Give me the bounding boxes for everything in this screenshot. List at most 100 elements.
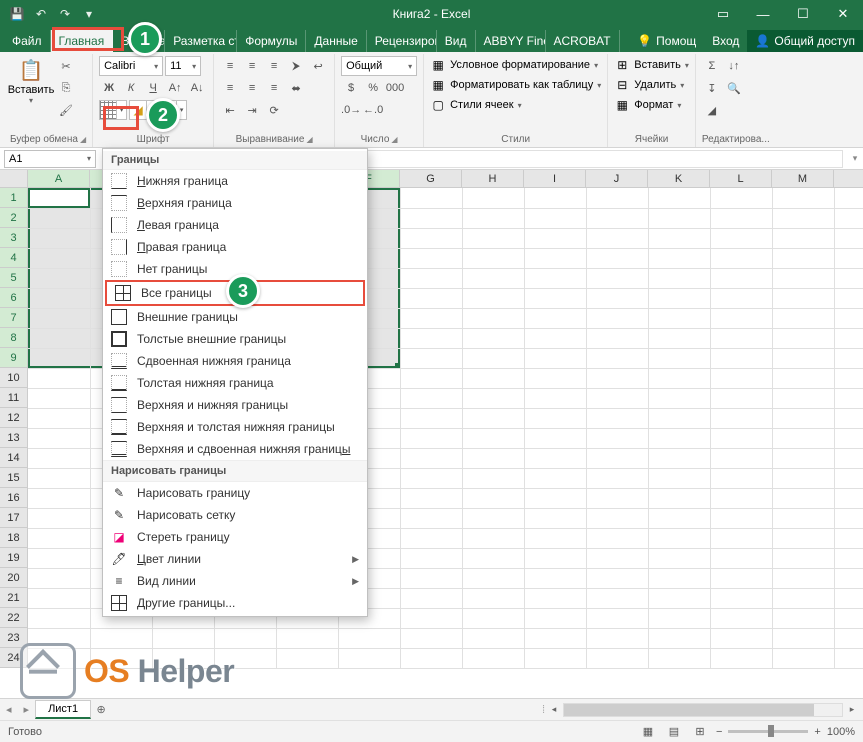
undo-button[interactable]: ↶ xyxy=(30,3,52,25)
border-top-thick-bottom[interactable]: Верхняя и толстая нижняя границы xyxy=(103,416,367,438)
minimize-button[interactable]: — xyxy=(743,0,783,28)
col-header[interactable]: K xyxy=(648,170,710,187)
sheet-tab[interactable]: Лист1 xyxy=(35,700,91,719)
increase-indent[interactable]: ⇥ xyxy=(242,100,262,120)
row-header[interactable]: 15 xyxy=(0,468,27,488)
tab-split-handle[interactable]: ⁞ xyxy=(542,704,545,716)
row-header[interactable]: 19 xyxy=(0,548,27,568)
percent-format[interactable]: % xyxy=(363,78,383,98)
draw-grid[interactable]: ✎Нарисовать сетку xyxy=(103,504,367,526)
align-top[interactable]: ≡ xyxy=(220,56,240,76)
row-header[interactable]: 16 xyxy=(0,488,27,508)
clear[interactable]: ◢ xyxy=(702,100,722,120)
row-header[interactable]: 10 xyxy=(0,368,27,388)
line-color[interactable]: 🖊Цвет линии▶ xyxy=(103,548,367,570)
col-header[interactable]: M xyxy=(772,170,834,187)
border-right[interactable]: Правая граница xyxy=(103,236,367,258)
font-name-combo[interactable]: Calibri▾ xyxy=(99,56,163,76)
conditional-formatting[interactable]: ▦Условное форматирование▾ xyxy=(430,56,598,74)
row-header[interactable]: 18 xyxy=(0,528,27,548)
cells-delete[interactable]: ⊟Удалить▾ xyxy=(614,76,684,94)
borders-button[interactable]: ▾ xyxy=(99,100,127,120)
fill-series[interactable]: ↧ xyxy=(702,78,722,98)
view-page-break[interactable]: ⊞ xyxy=(690,724,710,740)
border-outside[interactable]: Внешние границы xyxy=(103,306,367,328)
zoom-in[interactable]: + xyxy=(814,726,820,738)
row-header[interactable]: 6 xyxy=(0,288,27,308)
more-borders[interactable]: Другие границы... xyxy=(103,592,367,614)
row-header[interactable]: 1 xyxy=(0,188,27,208)
erase-border[interactable]: ◪Стереть границу xyxy=(103,526,367,548)
tab-view[interactable]: Вид xyxy=(437,30,476,52)
border-top[interactable]: Верхняя граница xyxy=(103,192,367,214)
increase-font-button[interactable]: A↑ xyxy=(165,78,185,98)
view-page-layout[interactable]: ▤ xyxy=(664,724,684,740)
autosum[interactable]: Σ xyxy=(702,56,722,76)
tab-review[interactable]: Рецензиров xyxy=(367,30,437,52)
row-header[interactable]: 20 xyxy=(0,568,27,588)
clipboard-launcher[interactable]: ◢ xyxy=(80,135,86,144)
tab-home[interactable]: Главная xyxy=(51,30,114,52)
tab-abbyy[interactable]: ABBYY FineR xyxy=(476,30,546,52)
row-header[interactable]: 13 xyxy=(0,428,27,448)
ribbon-display-options[interactable]: ▭ xyxy=(703,0,743,28)
bold-button[interactable]: Ж xyxy=(99,78,119,98)
align-middle[interactable]: ≡ xyxy=(242,56,262,76)
zoom-slider[interactable] xyxy=(728,730,808,733)
row-header[interactable]: 14 xyxy=(0,448,27,468)
sort-filter[interactable]: ↓↑ xyxy=(724,56,744,76)
share-button[interactable]: 👤Общий доступ xyxy=(747,30,863,52)
col-header[interactable]: A xyxy=(28,170,90,187)
cut-button[interactable]: ✂ xyxy=(56,56,76,76)
draw-border[interactable]: ✎Нарисовать границу xyxy=(103,482,367,504)
tell-me[interactable]: 💡Помощ xyxy=(629,30,704,52)
row-header[interactable]: 2 xyxy=(0,208,27,228)
format-as-table[interactable]: ▦Форматировать как таблицу▾ xyxy=(430,76,601,94)
tab-file[interactable]: Файл xyxy=(4,30,51,52)
border-left[interactable]: Левая граница xyxy=(103,214,367,236)
font-size-combo[interactable]: 11▾ xyxy=(165,56,201,76)
col-header[interactable]: L xyxy=(710,170,772,187)
copy-button[interactable]: ⎘ xyxy=(56,78,76,98)
sheet-nav-next[interactable]: ▸ xyxy=(18,703,36,716)
wrap-text[interactable]: ↩ xyxy=(308,56,328,76)
number-launcher[interactable]: ◢ xyxy=(391,135,397,144)
line-style[interactable]: ≡Вид линии▶ xyxy=(103,570,367,592)
align-bottom[interactable]: ≡ xyxy=(264,56,284,76)
decrease-decimal[interactable]: ←.0 xyxy=(363,100,383,120)
italic-button[interactable]: К xyxy=(121,78,141,98)
zoom-out[interactable]: − xyxy=(716,726,722,738)
border-thick-outside[interactable]: Толстые внешние границы xyxy=(103,328,367,350)
number-format-combo[interactable]: Общий▾ xyxy=(341,56,417,76)
row-header[interactable]: 22 xyxy=(0,608,27,628)
row-header[interactable]: 8 xyxy=(0,328,27,348)
cell-styles[interactable]: ▢Стили ячеек▾ xyxy=(430,96,522,114)
find-select[interactable]: 🔍 xyxy=(724,78,744,98)
row-header[interactable]: 17 xyxy=(0,508,27,528)
redo-button[interactable]: ↷ xyxy=(54,3,76,25)
hscroll-thumb[interactable] xyxy=(564,704,814,716)
col-header[interactable]: G xyxy=(400,170,462,187)
hscroll-track[interactable] xyxy=(563,703,843,717)
tab-data[interactable]: Данные xyxy=(306,30,366,52)
row-header[interactable]: 5 xyxy=(0,268,27,288)
row-header[interactable]: 3 xyxy=(0,228,27,248)
align-right[interactable]: ≡ xyxy=(264,78,284,98)
increase-decimal[interactable]: .0→ xyxy=(341,100,361,120)
zoom-level[interactable]: 100% xyxy=(827,726,855,738)
new-sheet-button[interactable]: ⊕ xyxy=(91,703,111,716)
paste-button[interactable]: 📋 Вставить ▾ xyxy=(10,56,52,105)
sheet-nav-prev[interactable]: ◂ xyxy=(0,703,18,716)
border-thick-bottom[interactable]: Толстая нижняя граница xyxy=(103,372,367,394)
select-all[interactable] xyxy=(0,170,28,187)
align-center[interactable]: ≡ xyxy=(242,78,262,98)
row-header[interactable]: 4 xyxy=(0,248,27,268)
comma-format[interactable]: 000 xyxy=(385,78,405,98)
tab-page-layout[interactable]: Разметка ст xyxy=(165,30,237,52)
cells-insert[interactable]: ⊞Вставить▾ xyxy=(614,56,689,74)
save-button[interactable]: 💾 xyxy=(6,3,28,25)
border-bottom[interactable]: Нижняя граница xyxy=(103,170,367,192)
orientation-2[interactable]: ⟳ xyxy=(264,100,284,120)
merge-cells[interactable]: ⬌ xyxy=(286,78,306,98)
name-box[interactable]: A1▾ xyxy=(4,150,96,168)
